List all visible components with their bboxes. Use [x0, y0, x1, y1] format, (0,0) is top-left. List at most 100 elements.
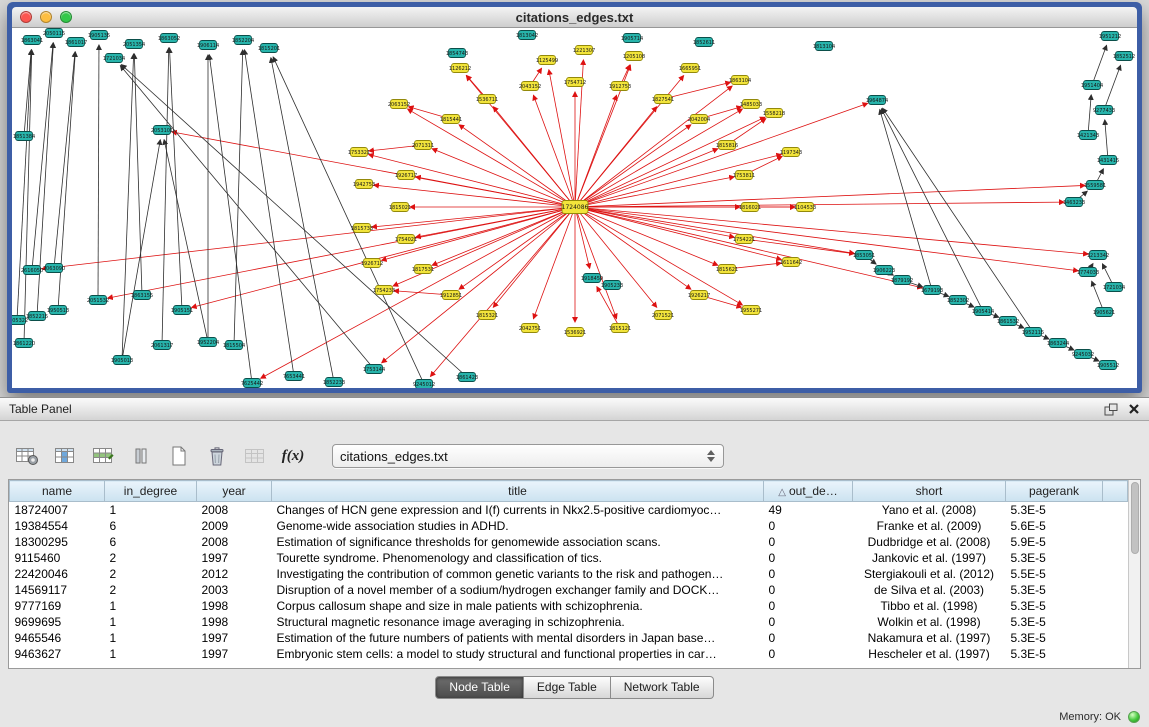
graph-edge[interactable]	[54, 52, 75, 268]
scrollbar-thumb[interactable]	[1131, 482, 1139, 554]
table-settings-button[interactable]	[12, 442, 42, 470]
table-selector-dropdown[interactable]: citations_edges.txt	[332, 444, 724, 468]
graph-edge[interactable]	[369, 154, 575, 207]
graph-edge[interactable]	[575, 207, 781, 260]
cell-pagerank[interactable]: 5.6E-5	[1006, 518, 1103, 534]
graph-edge[interactable]	[597, 287, 620, 328]
tab-node-table[interactable]: Node Table	[435, 676, 524, 699]
column-header-year[interactable]: year	[197, 481, 272, 502]
graph-edge[interactable]	[32, 43, 53, 270]
cell-name[interactable]: 14569117	[10, 582, 105, 598]
graph-edge[interactable]	[122, 54, 134, 360]
cell-out_degree[interactable]: 0	[764, 598, 853, 614]
column-header-short[interactable]: short	[853, 481, 1006, 502]
graph-edge[interactable]	[393, 207, 575, 286]
cell-short[interactable]: Wolkin et al. (1998)	[853, 614, 1006, 630]
cell-title[interactable]: Corpus callosum shape and size in male p…	[272, 598, 764, 614]
cell-in_degree[interactable]: 1	[105, 502, 197, 518]
import-table-button[interactable]	[240, 442, 270, 470]
graph-edge[interactable]	[42, 207, 575, 269]
graph-edge[interactable]	[122, 140, 160, 360]
graph-edge[interactable]	[169, 48, 182, 310]
graph-edge[interactable]	[245, 50, 294, 376]
select-columns-button[interactable]	[50, 442, 80, 470]
cell-pagerank[interactable]: 5.3E-5	[1006, 646, 1103, 662]
cell-title[interactable]: Genome-wide association studies in ADHD.	[272, 518, 764, 534]
cell-name[interactable]: 22420046	[10, 566, 105, 582]
graph-edge[interactable]	[575, 149, 718, 207]
cell-short[interactable]: Nakamura et al. (1997)	[853, 630, 1006, 646]
table-row[interactable]: 1872400712008Changes of HCN gene express…	[10, 502, 1128, 518]
cell-pagerank[interactable]: 5.3E-5	[1006, 582, 1103, 598]
cell-pagerank[interactable]: 5.3E-5	[1006, 598, 1103, 614]
table-scrollbar[interactable]	[1128, 480, 1140, 668]
new-table-button[interactable]	[164, 442, 194, 470]
graph-edge[interactable]	[1104, 65, 1121, 110]
table-row[interactable]: 911546021997Tourette syndrome. Phenomeno…	[10, 550, 1128, 566]
graph-edge[interactable]	[575, 154, 781, 207]
cell-year[interactable]: 1997	[197, 550, 272, 566]
cell-out_degree[interactable]: 0	[764, 534, 853, 550]
graph-edge[interactable]	[575, 207, 742, 305]
graph-edge[interactable]	[17, 50, 31, 320]
cell-year[interactable]: 2003	[197, 582, 272, 598]
function-builder-button[interactable]: f(x)	[278, 442, 308, 470]
graph-edge[interactable]	[575, 207, 854, 253]
cell-year[interactable]: 2008	[197, 534, 272, 550]
edit-columns-button[interactable]	[88, 442, 118, 470]
cell-short[interactable]: Hescheler et al. (1997)	[853, 646, 1006, 662]
table-row[interactable]: 1456911722003Disruption of a novel membe…	[10, 582, 1128, 598]
table-row[interactable]: 1830029562008Estimation of significance …	[10, 534, 1128, 550]
cell-name[interactable]: 9699695	[10, 614, 105, 630]
cell-in_degree[interactable]: 2	[105, 582, 197, 598]
minimize-window-button[interactable]	[40, 11, 52, 23]
graph-edge[interactable]	[1088, 95, 1091, 135]
cell-title[interactable]: Embryonic stem cells: a model to study s…	[272, 646, 764, 662]
graph-edge[interactable]	[162, 48, 169, 345]
close-window-button[interactable]	[20, 11, 32, 23]
column-header-pagerank[interactable]: pagerank	[1006, 481, 1103, 502]
graph-edge[interactable]	[459, 207, 575, 289]
cell-title[interactable]: Changes of HCN gene expression and I(f) …	[272, 502, 764, 518]
cell-in_degree[interactable]: 1	[105, 614, 197, 630]
cell-pagerank[interactable]: 5.3E-5	[1006, 630, 1103, 646]
cell-title[interactable]: Tourette syndrome. Phenomenology and cla…	[272, 550, 764, 566]
cell-title[interactable]: Disruption of a novel member of a sodium…	[272, 582, 764, 598]
cell-out_degree[interactable]: 0	[764, 614, 853, 630]
cell-pagerank[interactable]: 5.5E-5	[1006, 566, 1103, 582]
graph-edge[interactable]	[533, 95, 575, 207]
cell-name[interactable]: 9115460	[10, 550, 105, 566]
tab-network-table[interactable]: Network Table	[611, 676, 714, 699]
graph-edge[interactable]	[432, 207, 575, 265]
cell-name[interactable]: 9777169	[10, 598, 105, 614]
graph-edge[interactable]	[575, 207, 1078, 271]
cell-short[interactable]: Franke et al. (2009)	[853, 518, 1006, 534]
table-row[interactable]: 946554611997Estimation of the future num…	[10, 630, 1128, 646]
cell-in_degree[interactable]: 1	[105, 598, 197, 614]
cell-short[interactable]: de Silva et al. (2003)	[853, 582, 1006, 598]
cell-out_degree[interactable]: 0	[764, 582, 853, 598]
cell-name[interactable]: 18300295	[10, 534, 105, 550]
cell-short[interactable]: Tibbo et al. (1998)	[853, 598, 1006, 614]
cell-title[interactable]: Estimation of the future numbers of pati…	[272, 630, 764, 646]
cell-title[interactable]: Structural magnetic resonance image aver…	[272, 614, 764, 630]
column-header-in_degree[interactable]: in_degree	[105, 481, 197, 502]
graph-edge[interactable]	[575, 207, 734, 237]
cell-pagerank[interactable]: 5.9E-5	[1006, 534, 1103, 550]
cell-name[interactable]: 9463627	[10, 646, 105, 662]
close-panel-icon[interactable]	[1128, 403, 1140, 415]
graph-edge[interactable]	[172, 132, 575, 207]
graph-edge[interactable]	[575, 207, 1088, 254]
cell-pagerank[interactable]: 5.3E-5	[1006, 614, 1103, 630]
graph-edge[interactable]	[209, 55, 252, 383]
cell-in_degree[interactable]: 6	[105, 518, 197, 534]
graph-edge[interactable]	[120, 66, 374, 369]
window-titlebar[interactable]: citations_edges.txt	[12, 7, 1137, 28]
cell-in_degree[interactable]: 1	[105, 630, 197, 646]
cell-pagerank[interactable]: 5.3E-5	[1006, 502, 1103, 518]
cell-short[interactable]: Stergiakouli et al. (2012)	[853, 566, 1006, 582]
cell-year[interactable]: 2012	[197, 566, 272, 582]
graph-edge[interactable]	[408, 109, 575, 207]
tab-edge-table[interactable]: Edge Table	[524, 676, 611, 699]
cell-out_degree[interactable]: 0	[764, 646, 853, 662]
